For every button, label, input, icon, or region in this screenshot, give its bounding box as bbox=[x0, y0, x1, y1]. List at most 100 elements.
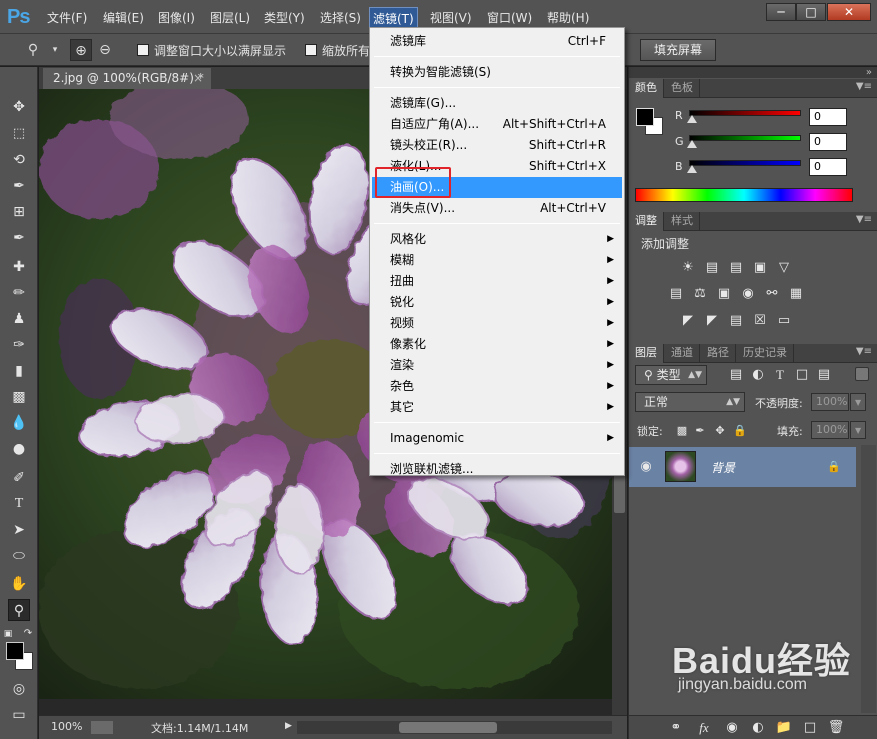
menu-file[interactable]: 文件(F) bbox=[44, 9, 90, 27]
type-tool-icon[interactable]: T bbox=[8, 493, 30, 515]
hue-saturation-icon[interactable]: ▤ bbox=[667, 286, 685, 302]
filter-type-icon[interactable]: T bbox=[771, 367, 789, 383]
color-balance-icon[interactable]: ⚖ bbox=[691, 286, 709, 302]
panel-collapse-strip[interactable]: » bbox=[629, 67, 877, 78]
color-lookup-icon[interactable]: ▦ bbox=[787, 286, 805, 302]
filter-menu-item[interactable]: 浏览联机滤镜... bbox=[372, 459, 622, 480]
layer-row-background[interactable]: ◉ 背景 🔒 bbox=[629, 447, 856, 487]
filter-pixel-icon[interactable]: ▤ bbox=[727, 367, 745, 383]
posterize-icon[interactable]: ◤ bbox=[703, 313, 721, 329]
pen-tool-icon[interactable]: ✐ bbox=[8, 467, 30, 489]
blend-mode-dropdown[interactable]: 正常 ▲▼ bbox=[635, 392, 745, 412]
lock-image-icon[interactable]: ✒ bbox=[691, 423, 709, 439]
filter-menu-item[interactable]: 模糊 ▶ bbox=[372, 250, 622, 271]
menu-view[interactable]: 视图(V) bbox=[427, 9, 475, 27]
panel-menu-icon[interactable]: ▼≡ bbox=[856, 81, 872, 92]
levels-icon[interactable]: ▤ bbox=[703, 260, 721, 276]
filter-menu-item[interactable]: Imagenomic ▶ bbox=[372, 428, 622, 449]
color-spectrum-bar[interactable] bbox=[635, 188, 853, 202]
green-value-field[interactable]: 0 bbox=[809, 133, 847, 151]
blue-slider[interactable] bbox=[689, 160, 801, 166]
panel-menu-icon[interactable]: ▼≡ bbox=[856, 346, 872, 357]
status-menu-arrow-icon[interactable]: ▶ bbox=[285, 721, 292, 731]
screen-mode-icon[interactable]: ▭ bbox=[8, 704, 30, 726]
lock-all-icon[interactable]: 🔒 bbox=[731, 423, 749, 439]
dodge-tool-icon[interactable]: ● bbox=[8, 438, 30, 460]
filter-adjustment-icon[interactable]: ◐ bbox=[749, 367, 767, 383]
color-panel-foreground[interactable] bbox=[636, 108, 654, 126]
layer-name[interactable]: 背景 bbox=[711, 459, 735, 476]
hand-tool-icon[interactable]: ✋ bbox=[8, 573, 30, 595]
zoom-in-icon[interactable]: ⊕ bbox=[70, 39, 92, 61]
filter-menu-item[interactable]: 镜头校正(R)... Shift+Ctrl+R bbox=[372, 135, 622, 156]
blue-slider-knob[interactable] bbox=[687, 165, 697, 173]
tab-paths[interactable]: 路径 bbox=[701, 344, 736, 363]
brush-tool-icon[interactable]: ✏ bbox=[8, 282, 30, 304]
tab-history[interactable]: 历史记录 bbox=[737, 344, 794, 363]
tab-styles[interactable]: 样式 bbox=[665, 212, 700, 231]
document-tab[interactable]: 2.jpg @ 100%(RGB/8#) * × bbox=[43, 68, 211, 89]
panel-menu-icon[interactable]: ▼≡ bbox=[856, 214, 872, 225]
zoom-tool-icon[interactable]: ⚲ bbox=[8, 599, 30, 621]
menu-layer[interactable]: 图层(L) bbox=[207, 9, 253, 27]
menu-window[interactable]: 窗口(W) bbox=[484, 9, 535, 27]
exposure-icon[interactable]: ▣ bbox=[751, 260, 769, 276]
fill-dropdown[interactable]: ▼ bbox=[850, 421, 866, 439]
status-preview-icon[interactable] bbox=[91, 721, 113, 734]
menu-edit[interactable]: 编辑(E) bbox=[100, 9, 147, 27]
marquee-tool-icon[interactable]: ⬚ bbox=[8, 123, 30, 145]
crop-tool-icon[interactable]: ⊞ bbox=[8, 201, 30, 223]
foreground-color-swatch[interactable] bbox=[6, 642, 24, 660]
filter-smart-icon[interactable]: ▤ bbox=[815, 367, 833, 383]
layer-filter-dropdown[interactable]: ⚲ 类型 ▲▼ bbox=[635, 365, 707, 385]
green-slider-knob[interactable] bbox=[687, 140, 697, 148]
move-tool-icon[interactable]: ✥ bbox=[8, 96, 30, 118]
shape-tool-icon[interactable]: ⬭ bbox=[8, 545, 30, 567]
restore-button[interactable]: □ bbox=[796, 3, 826, 21]
filter-menu-item[interactable]: 像素化 ▶ bbox=[372, 334, 622, 355]
red-value-field[interactable]: 0 bbox=[809, 108, 847, 126]
filter-menu-item[interactable]: 视频 ▶ bbox=[372, 313, 622, 334]
zoom-tool-icon[interactable]: ⚲ bbox=[22, 39, 44, 61]
close-tab-icon[interactable]: × bbox=[193, 68, 203, 88]
threshold-icon[interactable]: ▤ bbox=[727, 313, 745, 329]
filter-menu-item[interactable]: 滤镜库(G)... bbox=[372, 93, 622, 114]
quick-mask-icon[interactable]: ◎ bbox=[8, 678, 30, 700]
tab-layers[interactable]: 图层 bbox=[629, 344, 664, 363]
path-select-tool-icon[interactable]: ➤ bbox=[8, 519, 30, 541]
brightness-icon[interactable]: ☀ bbox=[679, 260, 697, 276]
close-button[interactable]: ✕ bbox=[827, 3, 871, 21]
green-slider[interactable] bbox=[689, 135, 801, 141]
stamp-tool-icon[interactable]: ♟ bbox=[8, 308, 30, 330]
opacity-field[interactable]: 100% bbox=[811, 393, 849, 411]
tab-channels[interactable]: 通道 bbox=[665, 344, 700, 363]
lock-transparent-icon[interactable]: ▩ bbox=[673, 423, 691, 439]
zoom-level[interactable]: 100% bbox=[51, 720, 82, 733]
menu-filter[interactable]: 滤镜(T) bbox=[369, 7, 418, 29]
red-slider[interactable] bbox=[689, 110, 801, 116]
zoom-all-checkbox[interactable] bbox=[305, 44, 317, 56]
red-slider-knob[interactable] bbox=[687, 115, 697, 123]
blue-value-field[interactable]: 0 bbox=[809, 158, 847, 176]
filter-menu-item[interactable]: 消失点(V)... Alt+Ctrl+V bbox=[372, 198, 622, 219]
filter-menu-item[interactable]: 转换为智能滤镜(S) bbox=[372, 62, 622, 83]
filter-shape-icon[interactable]: □ bbox=[793, 367, 811, 383]
collapse-icon[interactable]: » bbox=[866, 67, 872, 78]
healing-brush-tool-icon[interactable]: ✚ bbox=[8, 256, 30, 278]
vibrance-icon[interactable]: ▽ bbox=[775, 260, 793, 276]
gradient-tool-icon[interactable]: ▩ bbox=[8, 386, 30, 408]
fill-screen-button[interactable]: 填充屏幕 bbox=[640, 39, 716, 61]
tab-adjustments[interactable]: 调整 bbox=[629, 212, 664, 231]
invert-icon[interactable]: ◤ bbox=[679, 313, 697, 329]
filter-menu-item[interactable]: 扭曲 ▶ bbox=[372, 271, 622, 292]
eraser-tool-icon[interactable]: ▮ bbox=[8, 360, 30, 382]
menu-type[interactable]: 类型(Y) bbox=[261, 9, 308, 27]
lock-position-icon[interactable]: ✥ bbox=[711, 423, 729, 439]
horizontal-scrollbar[interactable] bbox=[297, 721, 612, 734]
minimize-button[interactable]: ─ bbox=[766, 3, 796, 21]
filter-menu-item[interactable]: 自适应广角(A)... Alt+Shift+Ctrl+A bbox=[372, 114, 622, 135]
filter-menu-item[interactable]: 杂色 ▶ bbox=[372, 376, 622, 397]
resize-windows-checkbox[interactable] bbox=[137, 44, 149, 56]
eyedropper-tool-icon[interactable]: ✒ bbox=[8, 227, 30, 249]
curves-icon[interactable]: ▤ bbox=[727, 260, 745, 276]
